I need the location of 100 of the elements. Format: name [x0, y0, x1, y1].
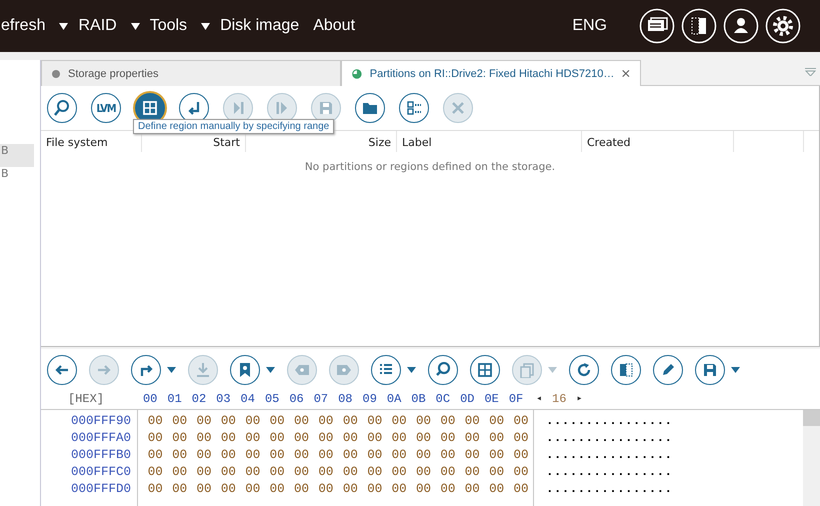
hex-byte: 00 — [146, 431, 164, 447]
hex-byte: 00 — [317, 482, 334, 498]
hex-byte: 00 — [293, 465, 310, 481]
column-offset: 05 — [264, 392, 280, 406]
column-offset: 01 — [166, 392, 183, 406]
menu-item[interactable]: Disk image — [220, 17, 300, 35]
hex-byte: 00 — [488, 414, 506, 430]
enter-icon — [186, 100, 202, 116]
language-button[interactable]: ENG — [572, 17, 607, 35]
column-header[interactable]: Size — [246, 131, 397, 152]
decrease-width-button[interactable]: ◂ — [536, 393, 542, 405]
user-icon[interactable] — [723, 8, 759, 44]
hex-byte: 00 — [488, 448, 506, 464]
hex-byte: 00 — [390, 482, 408, 498]
caret-icon[interactable] — [59, 22, 68, 30]
hex-byte: 00 — [414, 482, 432, 498]
hex-label: [HEX] — [66, 392, 105, 406]
hex-byte: 00 — [244, 482, 262, 498]
column-header[interactable]: Label — [397, 131, 582, 152]
hex-byte: 00 — [342, 465, 359, 481]
hex-byte: 00 — [293, 448, 310, 464]
hex-byte: 00 — [366, 431, 384, 447]
close-icon[interactable] — [622, 68, 630, 79]
hex-byte: 00 — [366, 414, 384, 430]
column-offset: 0A — [386, 392, 402, 406]
cards-icon[interactable] — [639, 8, 675, 44]
empty-message: No partitions or regions defined on the storage. — [304, 161, 556, 173]
menu-item[interactable]: RAID — [78, 17, 117, 35]
folder-button[interactable] — [355, 93, 385, 123]
tab-label: Partitions on RI::Drive2: Fixed Hitachi HDS7210… — [370, 68, 614, 80]
tab[interactable]: Storage properties — [41, 60, 341, 86]
hex-byte: 00 — [146, 482, 164, 498]
save-button[interactable] — [695, 355, 725, 385]
hex-byte: 00 — [366, 482, 384, 498]
grid-icon — [477, 362, 493, 378]
increase-width-button[interactable]: ▸ — [576, 393, 582, 405]
column-offset: 0E — [483, 392, 500, 406]
hex-byte: 00 — [317, 431, 334, 447]
hex-byte: 00 — [488, 465, 506, 481]
jump-button[interactable] — [131, 355, 161, 385]
tab[interactable]: Partitions on RI::Drive2: Fixed Hitachi HDS7210… — [341, 60, 641, 86]
save-icon — [702, 362, 718, 378]
hex-byte: 00 — [414, 414, 432, 430]
hex-byte: 00 — [342, 448, 359, 464]
refresh-icon — [576, 362, 592, 378]
folder-icon — [362, 100, 378, 116]
hex-byte: 00 — [439, 414, 456, 430]
menu-item[interactable]: About — [313, 17, 356, 35]
menu-item[interactable]: Tools — [150, 17, 188, 35]
sidebar-item[interactable]: B — [0, 167, 40, 190]
back-button[interactable] — [47, 355, 77, 385]
copy-icon — [519, 362, 535, 378]
row-width: 16 — [552, 392, 566, 406]
grid-icon — [142, 100, 158, 116]
hex-byte: 00 — [317, 465, 334, 481]
tooltip: Define region manually by specifying range — [133, 119, 334, 134]
prev-mark-icon — [294, 362, 310, 378]
scan-button[interactable] — [47, 93, 77, 123]
column-header[interactable]: Start — [142, 131, 246, 152]
hex-byte: 00 — [293, 431, 310, 447]
grid-button[interactable] — [470, 355, 500, 385]
scrollbar[interactable] — [803, 410, 820, 506]
hex-byte: 00 — [439, 448, 456, 464]
column-offset: 07 — [312, 392, 330, 406]
hex-byte: 00 — [488, 431, 506, 447]
hex-byte: 00 — [366, 465, 384, 481]
hex-byte: 00 — [146, 465, 164, 481]
search-button[interactable] — [428, 355, 458, 385]
dot-icon — [52, 70, 60, 78]
panel-button[interactable] — [611, 355, 641, 385]
caret-icon[interactable] — [130, 22, 140, 30]
menu-item[interactable]: efresh — [1, 17, 46, 35]
column-header[interactable]: File system — [41, 131, 142, 152]
edit-icon — [660, 362, 676, 378]
settings-icon[interactable] — [765, 8, 801, 44]
caret-icon[interactable] — [201, 22, 210, 30]
hex-byte: 00 — [342, 431, 359, 447]
hex-byte: 00 — [414, 465, 432, 481]
hex-byte: 00 — [220, 465, 237, 481]
edit-button[interactable] — [653, 355, 683, 385]
lvm-button[interactable]: LVM — [91, 93, 121, 123]
hex-byte: 00 — [317, 448, 334, 464]
hex-byte: 00 — [146, 414, 164, 430]
ascii-text: ................ — [546, 448, 674, 464]
panel-icon[interactable] — [681, 8, 717, 44]
hex-byte: 00 — [268, 465, 286, 481]
hex-byte: 00 — [195, 465, 212, 481]
sidebar-item[interactable]: B — [0, 144, 34, 167]
scan-icon — [54, 100, 70, 116]
list-button[interactable] — [371, 355, 401, 385]
download-icon — [195, 362, 211, 378]
hex-byte: 00 — [195, 448, 212, 464]
ascii-text: ................ — [546, 482, 674, 498]
tab-label: Storage properties — [68, 68, 158, 80]
regions-button[interactable] — [399, 93, 429, 123]
refresh-button[interactable] — [569, 355, 599, 385]
hex-byte: 00 — [220, 414, 237, 430]
bookmark-button[interactable] — [230, 355, 260, 385]
column-header[interactable]: Created — [582, 131, 734, 152]
save-icon — [318, 100, 334, 116]
